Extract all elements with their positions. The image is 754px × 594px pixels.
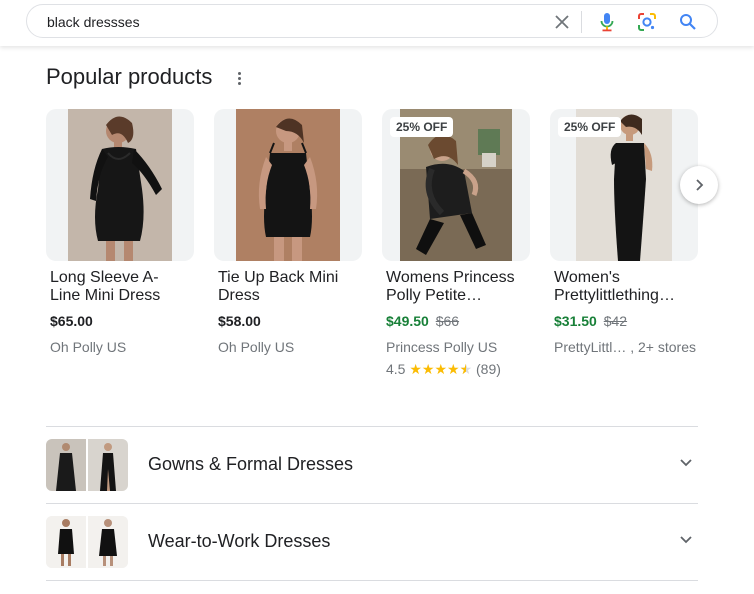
- product-store: Princess Polly US: [386, 339, 498, 355]
- google-lens-icon[interactable]: [636, 11, 658, 33]
- price-row: $65.00: [50, 313, 93, 329]
- product-card[interactable]: 25% OFF Women's Prettylittlething… $31.5…: [550, 109, 698, 355]
- search-box-divider: [581, 11, 582, 33]
- more-options-icon[interactable]: [230, 68, 248, 88]
- category-thumbnail: [88, 439, 128, 491]
- product-image[interactable]: 25% OFF: [382, 109, 530, 261]
- product-title-line[interactable]: Line Mini Dress: [50, 287, 194, 305]
- original-price: $66: [435, 313, 460, 329]
- product-title[interactable]: Tie Up Back Mini Dress: [218, 269, 362, 305]
- product-store: Oh Polly US: [50, 339, 127, 355]
- product-image[interactable]: [46, 109, 194, 261]
- search-box[interactable]: [26, 4, 718, 38]
- product-title-line[interactable]: Women's: [554, 269, 698, 287]
- chevron-right-icon: [696, 179, 704, 191]
- product-card[interactable]: 25% OFF Womens Princess Polly Petite… $4…: [382, 109, 530, 378]
- product-title[interactable]: Women's Prettylittlething…: [554, 269, 698, 305]
- category-thumbnail: [46, 516, 86, 568]
- close-icon[interactable]: [551, 11, 573, 33]
- price-row: $31.50 $42: [554, 313, 627, 329]
- product-title-line[interactable]: Tie Up Back Mini: [218, 269, 362, 287]
- product-title-line[interactable]: Dress: [218, 287, 362, 305]
- category-row-gowns[interactable]: Gowns & Formal Dresses: [46, 427, 698, 503]
- price-row: $58.00: [218, 313, 261, 329]
- product-card[interactable]: Tie Up Back Mini Dress $58.00 Oh Polly U…: [214, 109, 362, 355]
- discount-badge: 25% OFF: [390, 117, 454, 137]
- product-title-line[interactable]: Prettylittlething…: [554, 287, 698, 305]
- category-row-wear-to-work[interactable]: Wear-to-Work Dresses: [46, 504, 698, 580]
- sale-price: $49.50: [386, 313, 429, 329]
- product-title-line[interactable]: Womens Princess: [386, 269, 530, 287]
- product-title-line[interactable]: Polly Petite…: [386, 287, 530, 305]
- search-header: [0, 0, 754, 46]
- price-row: $49.50 $66: [386, 313, 459, 329]
- search-icon[interactable]: [677, 11, 699, 33]
- product-image[interactable]: [214, 109, 362, 261]
- search-input[interactable]: [47, 12, 527, 32]
- popular-products-title: Popular products: [46, 64, 213, 89]
- category-thumbnails: [46, 439, 128, 491]
- product-image[interactable]: 25% OFF: [550, 109, 698, 261]
- original-price: $42: [603, 313, 628, 329]
- rating-row[interactable]: 4.5 ★★★★★ (89): [386, 361, 501, 378]
- category-thumbnails: [46, 516, 128, 568]
- product-price: $58.00: [218, 313, 261, 329]
- divider: [46, 580, 698, 581]
- product-card[interactable]: Long Sleeve A- Line Mini Dress $65.00 Oh…: [46, 109, 194, 355]
- product-title-line[interactable]: Long Sleeve A-: [50, 269, 194, 287]
- star-rating-icon: ★★★★★: [409, 361, 472, 378]
- review-count[interactable]: (89): [476, 361, 501, 377]
- rating-value: 4.5: [386, 361, 406, 377]
- product-store: Oh Polly US: [218, 339, 295, 355]
- product-price: $65.00: [50, 313, 93, 329]
- microphone-icon[interactable]: [596, 11, 618, 33]
- category-thumbnail: [88, 516, 128, 568]
- chevron-down-icon[interactable]: [678, 455, 694, 471]
- category-label[interactable]: Gowns & Formal Dresses: [148, 454, 353, 475]
- chevron-down-icon[interactable]: [678, 532, 694, 548]
- product-store[interactable]: PrettyLittl… , 2+ stores: [554, 339, 696, 355]
- category-thumbnail: [46, 439, 86, 491]
- category-label[interactable]: Wear-to-Work Dresses: [148, 531, 330, 552]
- next-products-button[interactable]: [680, 166, 718, 204]
- product-title[interactable]: Womens Princess Polly Petite…: [386, 269, 530, 305]
- discount-badge: 25% OFF: [558, 117, 622, 137]
- product-title[interactable]: Long Sleeve A- Line Mini Dress: [50, 269, 194, 305]
- sale-price: $31.50: [554, 313, 597, 329]
